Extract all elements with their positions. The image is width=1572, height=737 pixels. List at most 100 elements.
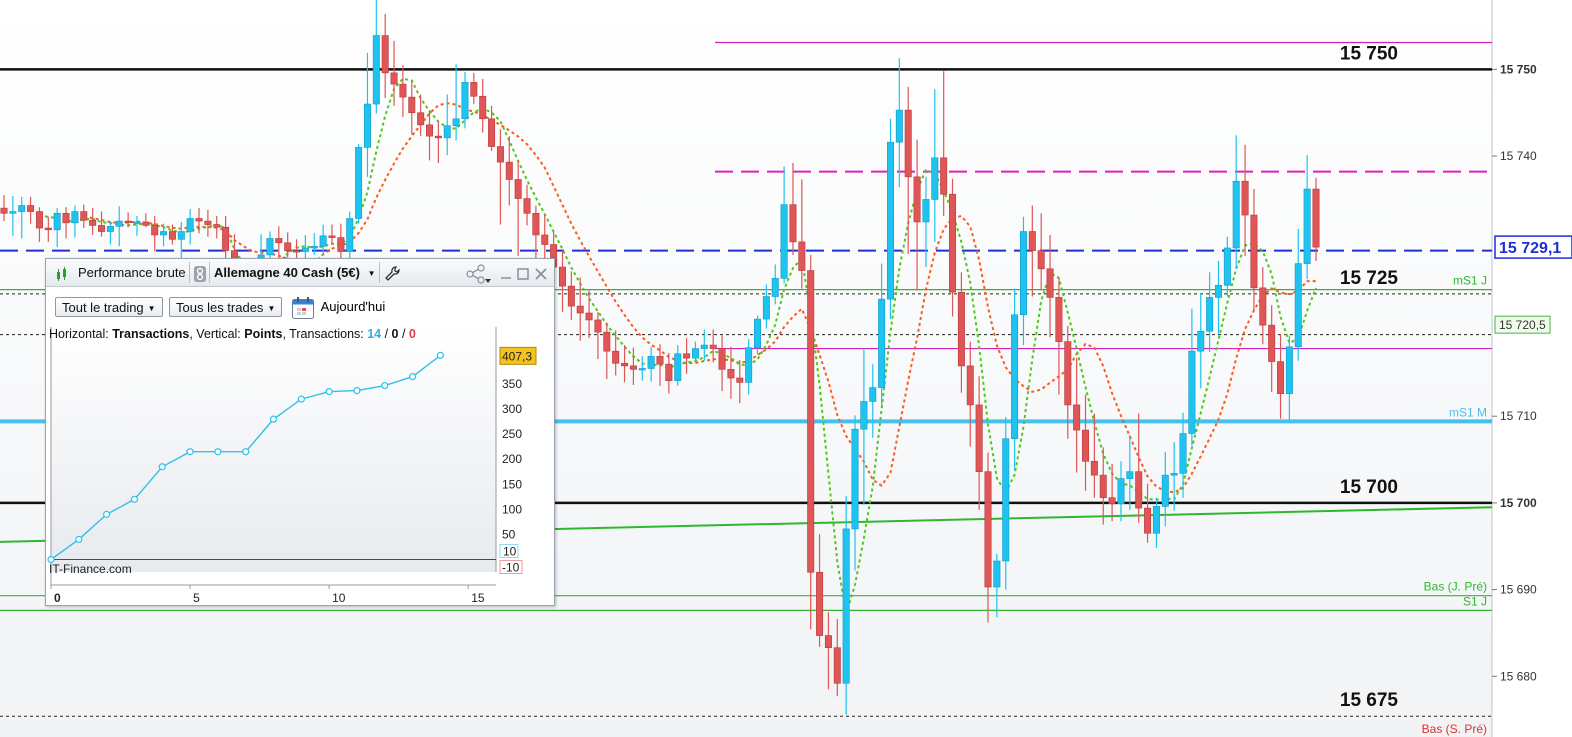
candle-body bbox=[780, 204, 788, 279]
candle-body bbox=[878, 298, 886, 388]
candle-body bbox=[745, 347, 753, 383]
axis-tick-label: 15 700 bbox=[1500, 496, 1537, 510]
candle-body bbox=[106, 226, 114, 232]
separator: / bbox=[398, 327, 409, 341]
candle-body bbox=[1152, 506, 1160, 534]
candle-body bbox=[1108, 497, 1116, 505]
price-level-label: 15 725 bbox=[1340, 268, 1399, 289]
trades-filter-dropdown[interactable]: Tous les trades ▼ bbox=[169, 297, 283, 317]
candle-body bbox=[975, 404, 983, 472]
equity-x-tick-label: 10 bbox=[332, 591, 346, 605]
candle-body bbox=[621, 362, 629, 367]
equity-curve-point bbox=[269, 415, 278, 423]
chevron-down-icon: ▼ bbox=[267, 304, 276, 314]
equity-y-tick-label: 50 bbox=[502, 527, 516, 541]
date-picker[interactable]: Aujourd'hui bbox=[291, 294, 385, 320]
candle-body bbox=[1082, 429, 1090, 462]
candle-body bbox=[1161, 474, 1169, 507]
candle-body bbox=[186, 218, 194, 232]
candle-body bbox=[754, 318, 762, 348]
candle-body bbox=[816, 571, 824, 636]
indicator-value-label: 15 720,5 bbox=[1499, 318, 1546, 332]
candle-body bbox=[612, 350, 620, 364]
price-level-label: Bas (S. Pré) bbox=[1422, 722, 1487, 736]
candle-body bbox=[390, 72, 398, 85]
candle-body bbox=[372, 35, 380, 105]
candle-body bbox=[1019, 231, 1027, 316]
candle-body bbox=[337, 237, 345, 252]
candle-body bbox=[993, 560, 1001, 588]
equity-curve-point bbox=[297, 395, 305, 403]
price-level-label: S1 J bbox=[1463, 594, 1487, 608]
candle-body bbox=[789, 204, 797, 243]
candle-body bbox=[142, 221, 150, 226]
candle-body bbox=[222, 226, 230, 251]
candle-body bbox=[603, 331, 611, 352]
candle-body bbox=[1011, 314, 1019, 440]
candle-body bbox=[1064, 341, 1072, 406]
minimize-icon[interactable] bbox=[499, 259, 513, 286]
equity-curve-point bbox=[186, 448, 194, 456]
equity-y-tick-label: 200 bbox=[502, 452, 522, 466]
candle-body bbox=[496, 146, 504, 163]
price-axis-background bbox=[1492, 0, 1572, 737]
candle-body bbox=[718, 348, 726, 370]
candle-body bbox=[1090, 460, 1098, 476]
instrument-label: Allemagne 40 Cash (5€) bbox=[214, 265, 360, 280]
candle-body bbox=[1241, 180, 1249, 216]
candle-body bbox=[585, 312, 593, 321]
candle-body bbox=[44, 227, 52, 231]
settings-wrench-icon[interactable] bbox=[385, 259, 401, 286]
equity-x-tick-label: 5 bbox=[193, 591, 200, 605]
price-level-label: 15 675 bbox=[1340, 690, 1399, 711]
panel-title[interactable]: Performance brute bbox=[78, 259, 186, 286]
candle-body bbox=[541, 234, 549, 245]
maximize-icon[interactable] bbox=[516, 259, 530, 286]
candle-body bbox=[151, 225, 159, 236]
equity-curve-point bbox=[214, 448, 222, 456]
candle-body bbox=[1179, 433, 1187, 474]
equity-curve-point bbox=[353, 386, 361, 395]
header-divider bbox=[209, 262, 210, 283]
price-level-label: 15 700 bbox=[1340, 477, 1398, 498]
candle-body bbox=[346, 218, 354, 252]
candle-body bbox=[301, 247, 309, 252]
equity-curve-point bbox=[381, 381, 389, 390]
equity-curve-point bbox=[325, 387, 333, 396]
candle-body bbox=[558, 266, 566, 287]
candle-body bbox=[1170, 473, 1178, 476]
close-icon[interactable] bbox=[534, 259, 548, 286]
current-price-label: 15 729,1 bbox=[1499, 240, 1561, 257]
candle-body bbox=[328, 235, 336, 238]
equity-curve-point bbox=[130, 495, 139, 503]
candle-body bbox=[1117, 478, 1125, 505]
share-icon[interactable] bbox=[466, 259, 492, 286]
candle-body bbox=[452, 118, 460, 127]
equity-curve-point bbox=[158, 463, 166, 471]
candle-body bbox=[1206, 297, 1214, 332]
link-icon[interactable] bbox=[193, 259, 207, 286]
equity-curve-point bbox=[103, 510, 111, 518]
candle-body bbox=[1232, 180, 1240, 249]
candle-body bbox=[1214, 284, 1222, 298]
candle-body bbox=[727, 369, 735, 379]
equity-axis-description: Horizontal: Transactions, Vertical: Poin… bbox=[49, 327, 416, 341]
candle-body bbox=[1002, 438, 1010, 562]
trading-filter-dropdown[interactable]: Tout le trading ▼ bbox=[55, 297, 163, 317]
candle-body bbox=[399, 83, 407, 98]
candle-body bbox=[62, 212, 70, 224]
candle-body bbox=[984, 471, 992, 588]
candle-body bbox=[940, 157, 948, 195]
candle-body bbox=[665, 363, 673, 381]
candle-body bbox=[133, 221, 141, 224]
candle-body bbox=[71, 211, 79, 224]
performance-panel[interactable]: Performance brute Allemagne 40 Cash (5€)… bbox=[45, 258, 555, 606]
candle-body bbox=[89, 219, 97, 226]
price-level-label: 15 750 bbox=[1340, 43, 1398, 64]
candle-body bbox=[488, 118, 496, 147]
equity-curve-point bbox=[436, 351, 444, 359]
candle-body bbox=[98, 225, 106, 232]
instrument-selector[interactable]: Allemagne 40 Cash (5€) ▼ bbox=[214, 259, 376, 286]
price-level-label: mS1 M bbox=[1449, 405, 1487, 419]
equity-y-tick-label: 350 bbox=[502, 377, 522, 391]
